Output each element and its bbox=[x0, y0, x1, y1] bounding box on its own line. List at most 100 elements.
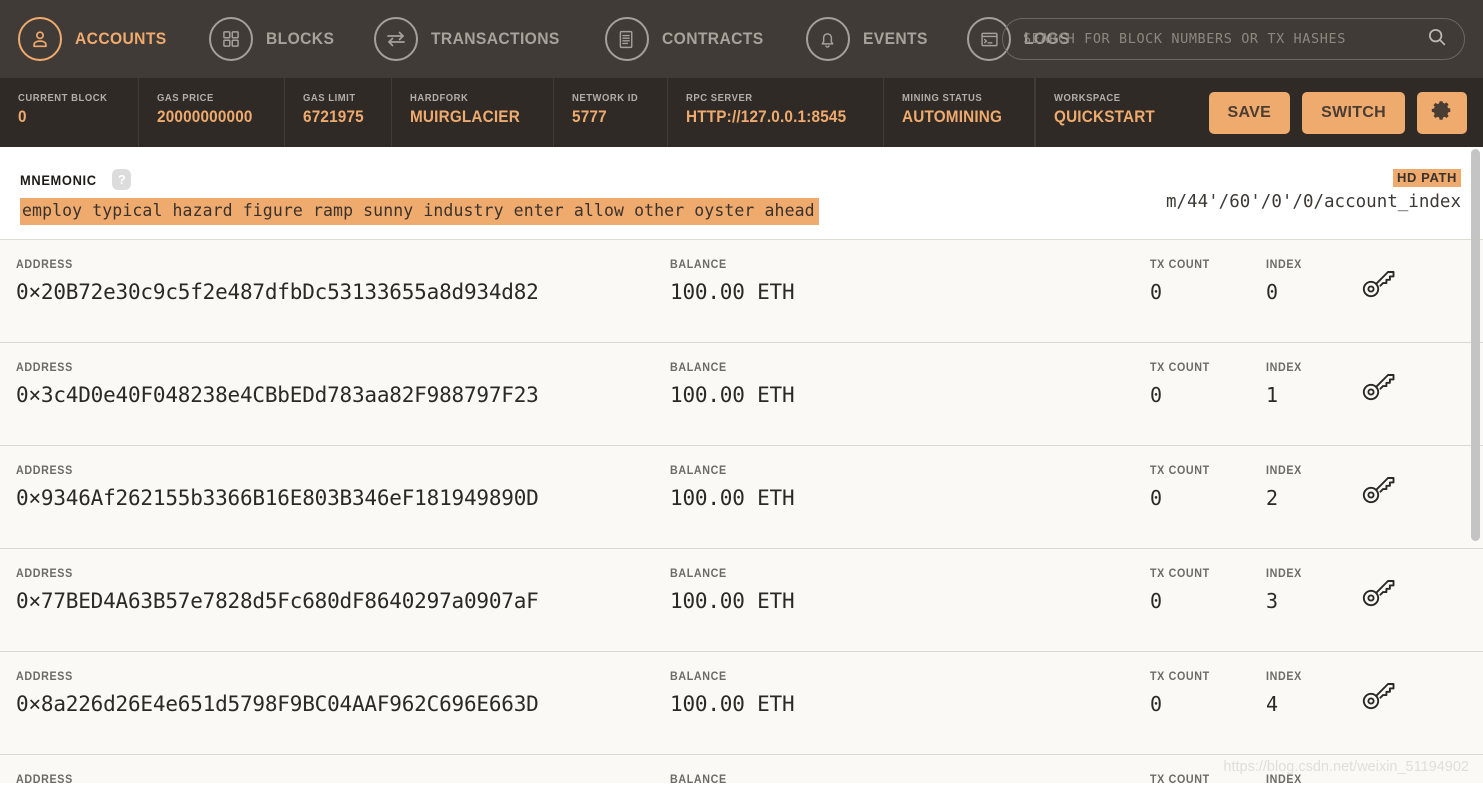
stat-label: HARDFORK bbox=[410, 92, 469, 104]
stat-value: 6721975 bbox=[302, 107, 364, 126]
account-tx-count: 0 bbox=[1150, 692, 1162, 717]
save-button[interactable]: SAVE bbox=[1208, 91, 1291, 134]
account-balance: 100.00 ETH bbox=[670, 692, 795, 717]
settings-button[interactable] bbox=[1417, 91, 1467, 134]
help-icon[interactable]: ? bbox=[112, 169, 132, 190]
table-row[interactable]: ADDRESS 0×8a226d26E4e651d5798F9BC04AAF96… bbox=[0, 652, 1483, 756]
nav-item-events[interactable]: EVENTS bbox=[805, 17, 933, 61]
cell-address: ADDRESS 0×20B72e30c9c5f2e487dfbDc5313365… bbox=[0, 259, 670, 304]
search-box[interactable] bbox=[1002, 18, 1465, 60]
key-icon[interactable] bbox=[1361, 269, 1399, 304]
account-address[interactable]: 0×77BED4A63B57e7828d5Fc680dF8640297a0907… bbox=[16, 589, 670, 613]
key-icon[interactable] bbox=[1361, 681, 1399, 716]
column-header-index: INDEX bbox=[1266, 259, 1302, 272]
cell-index: INDEX 0 bbox=[1266, 259, 1361, 304]
stat-label: RPC SERVER bbox=[685, 92, 753, 104]
column-header-balance: BALANCE bbox=[670, 774, 727, 784]
column-header-tx-count: TX COUNT bbox=[1150, 671, 1210, 684]
column-header-tx-count: TX COUNT bbox=[1150, 259, 1210, 272]
cell-key bbox=[1361, 259, 1483, 304]
column-header-index: INDEX bbox=[1266, 465, 1302, 478]
hd-path-label: HD PATH bbox=[1392, 169, 1461, 187]
account-index: 4 bbox=[1266, 692, 1278, 717]
search-input[interactable] bbox=[1023, 31, 1426, 47]
column-header-address: ADDRESS bbox=[16, 671, 73, 684]
table-row[interactable]: ADDRESS 0×20B72e30c9c5f2e487dfbDc5313365… bbox=[0, 240, 1483, 344]
mnemonic-header: MNEMONIC ? bbox=[20, 169, 819, 190]
table-row[interactable]: ADDRESS 0×3c4D0e40F048238e4CBbEDd783aa82… bbox=[0, 343, 1483, 447]
account-address[interactable]: 0×3c4D0e40F048238e4CBbEDd783aa82F988797F… bbox=[16, 383, 670, 407]
cell-balance: BALANCE 100.00 ETH bbox=[670, 362, 1150, 407]
cell-tx-count: TX COUNT 0 bbox=[1150, 465, 1266, 510]
cell-balance: BALANCE 100.00 ETH bbox=[670, 671, 1150, 716]
key-icon[interactable] bbox=[1361, 475, 1399, 510]
account-index: 1 bbox=[1266, 383, 1278, 408]
nav-item-blocks[interactable]: BLOCKS bbox=[208, 17, 340, 61]
hd-path-section: HD PATH m/44'/60'/0'/0/account_index bbox=[1166, 169, 1463, 212]
mnemonic-title: MNEMONIC bbox=[20, 171, 97, 188]
nav-label-blocks: BLOCKS bbox=[265, 29, 334, 48]
account-address[interactable]: 0×8a226d26E4e651d5798F9BC04AAF962C696E66… bbox=[16, 692, 670, 716]
status-actions: SAVE SWITCH bbox=[1187, 78, 1483, 147]
cell-balance: BALANCE 100.00 ETH bbox=[670, 259, 1150, 304]
account-address[interactable]: 0×9346Af262155b3366B16E803B346eF18194989… bbox=[16, 486, 670, 510]
key-icon[interactable] bbox=[1361, 372, 1399, 407]
column-header-index: INDEX bbox=[1266, 774, 1302, 784]
exchange-arrows-icon bbox=[373, 17, 418, 61]
bell-icon bbox=[805, 17, 850, 61]
table-row[interactable]: ADDRESS BALANCE TX COUNT INDEX bbox=[0, 755, 1483, 784]
hd-path-value[interactable]: m/44'/60'/0'/0/account_index bbox=[1166, 192, 1461, 212]
nav-label-contracts: CONTRACTS bbox=[661, 29, 764, 48]
nav-item-contracts[interactable]: CONTRACTS bbox=[604, 17, 772, 61]
account-address[interactable]: 0×20B72e30c9c5f2e487dfbDc53133655a8d934d… bbox=[16, 280, 670, 304]
cell-key bbox=[1361, 465, 1483, 510]
scrollbar-thumb[interactable] bbox=[1471, 149, 1480, 541]
status-bar: CURRENT BLOCK 0 GAS PRICE 20000000000 GA… bbox=[0, 78, 1483, 147]
top-navigation-bar: ACCOUNTS BLOCKS TRANSACTIONS CONTRACTS E… bbox=[0, 0, 1483, 78]
workspace-value: QUICKSTART bbox=[1053, 107, 1155, 126]
account-tx-count: 0 bbox=[1150, 280, 1162, 305]
mnemonic-phrase[interactable]: employ typical hazard figure ramp sunny … bbox=[20, 198, 819, 226]
stat-mining-status: MINING STATUS AUTOMINING bbox=[884, 78, 1035, 147]
cell-index: INDEX 3 bbox=[1266, 568, 1361, 613]
cell-tx-count: TX COUNT bbox=[1150, 774, 1266, 783]
column-header-address: ADDRESS bbox=[16, 362, 73, 375]
column-header-balance: BALANCE bbox=[670, 259, 727, 272]
column-header-balance: BALANCE bbox=[670, 568, 727, 581]
stat-label: MINING STATUS bbox=[902, 92, 983, 104]
nav-item-transactions[interactable]: TRANSACTIONS bbox=[373, 17, 571, 61]
cell-balance: BALANCE 100.00 ETH bbox=[670, 465, 1150, 510]
hd-path-label-wrap: HD PATH bbox=[1166, 169, 1461, 192]
switch-button[interactable]: SWITCH bbox=[1302, 91, 1405, 134]
cell-index: INDEX 4 bbox=[1266, 671, 1361, 716]
stat-label: CURRENT BLOCK bbox=[18, 92, 108, 104]
stat-workspace: WORKSPACE QUICKSTART bbox=[1036, 78, 1187, 147]
table-row[interactable]: ADDRESS 0×77BED4A63B57e7828d5Fc680dF8640… bbox=[0, 549, 1483, 653]
cell-tx-count: TX COUNT 0 bbox=[1150, 362, 1266, 407]
stat-rpc-server: RPC SERVER HTTP://127.0.0.1:8545 bbox=[668, 78, 885, 147]
nav-item-accounts[interactable]: ACCOUNTS bbox=[18, 17, 175, 61]
cell-key bbox=[1361, 362, 1483, 407]
column-header-address: ADDRESS bbox=[16, 465, 73, 478]
cell-address: ADDRESS 0×9346Af262155b3366B16E803B346eF… bbox=[0, 465, 670, 510]
column-header-address: ADDRESS bbox=[16, 568, 73, 581]
stat-network-id: NETWORK ID 5777 bbox=[554, 78, 668, 147]
scrollbar-track[interactable] bbox=[1467, 147, 1483, 793]
key-icon[interactable] bbox=[1361, 578, 1399, 613]
column-header-address: ADDRESS bbox=[16, 774, 73, 784]
account-balance: 100.00 ETH bbox=[670, 280, 795, 305]
account-balance: 100.00 ETH bbox=[670, 589, 795, 614]
column-header-balance: BALANCE bbox=[670, 465, 727, 478]
cell-address: ADDRESS 0×8a226d26E4e651d5798F9BC04AAF96… bbox=[0, 671, 670, 716]
cell-balance: BALANCE 100.00 ETH bbox=[670, 568, 1150, 613]
table-row[interactable]: ADDRESS 0×9346Af262155b3366B16E803B346eF… bbox=[0, 446, 1483, 550]
cell-tx-count: TX COUNT 0 bbox=[1150, 568, 1266, 613]
account-index: 0 bbox=[1266, 280, 1278, 305]
mnemonic-left: MNEMONIC ? employ typical hazard figure … bbox=[20, 169, 819, 226]
cell-address: ADDRESS 0×77BED4A63B57e7828d5Fc680dF8640… bbox=[0, 568, 670, 613]
account-balance: 100.00 ETH bbox=[670, 486, 795, 511]
search-icon[interactable] bbox=[1426, 26, 1448, 53]
user-icon bbox=[18, 17, 62, 61]
stat-gas-price: GAS PRICE 20000000000 bbox=[139, 78, 285, 147]
column-header-tx-count: TX COUNT bbox=[1150, 362, 1210, 375]
